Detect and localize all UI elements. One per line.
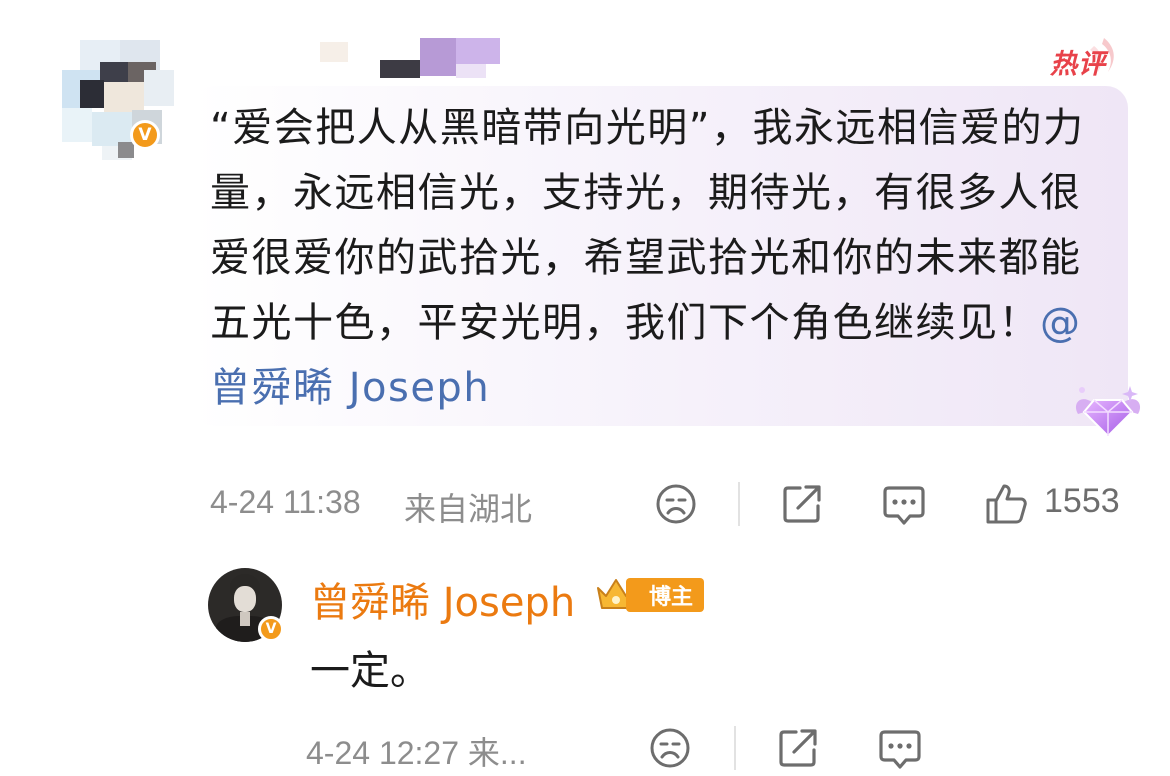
like-count: 1553 [1044,482,1120,520]
owner-tag: 博主 [626,578,704,612]
hot-comment-label: 热评 [1044,36,1122,80]
owner-tag-label: 博主 [648,585,693,610]
dislike-icon[interactable] [652,480,700,528]
bottom-fade-overlay [930,730,1170,776]
comment-location: 来自湖北 [404,491,533,527]
like-icon[interactable] [982,480,1030,528]
comment-text: “爱会把人从黑暗带向光明”，我永远相信爱的力量，永远相信光，支持光，期待光，有很… [210,96,1100,421]
reply-share-icon[interactable] [774,724,822,772]
comment-body: “爱会把人从黑暗带向光明”，我永远相信爱的力量，永远相信光，支持光，期待光，有很… [210,105,1085,346]
comment-action-bar: 4-24 11:38 来自湖北 1553 [0,474,1170,534]
commenter-avatar[interactable]: V [42,40,182,180]
reply-dislike-icon[interactable] [646,724,694,772]
reply-author-name[interactable]: 曾舜晞 Joseph [310,570,575,628]
reply-time-location: 4-24 12:27 来... [306,735,527,771]
reply-action-divider [734,726,736,770]
action-divider [738,482,740,526]
reply-text: 一定。 [310,648,430,694]
commenter-username[interactable] [320,38,510,80]
reply-comment-icon[interactable] [876,724,924,772]
reply-verified-icon: V [258,616,284,642]
verified-icon: V [130,120,160,150]
comment-time: 4-24 11:38 [210,484,361,520]
gem-badge-icon [1075,386,1141,438]
comment-icon[interactable] [880,480,928,528]
share-icon[interactable] [778,480,826,528]
